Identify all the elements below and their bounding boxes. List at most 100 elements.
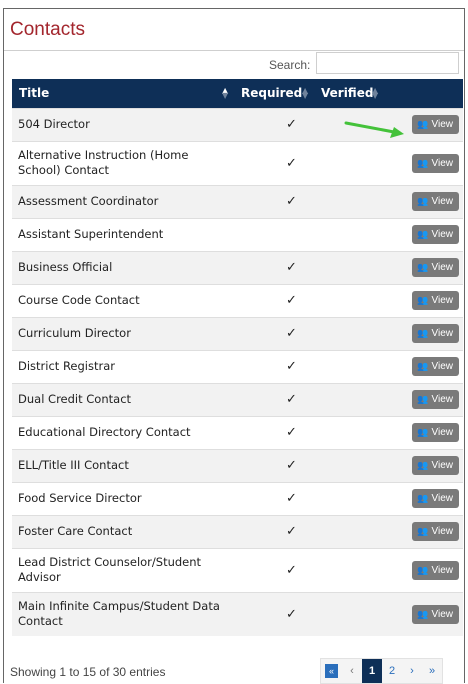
sort-icon: ▲ ▼ (302, 86, 309, 100)
page-button-2[interactable]: 2 (382, 659, 402, 683)
row-title: Alternative Instruction (Home School) Co… (12, 140, 234, 185)
action-cell: 👥 View (384, 349, 463, 383)
users-icon: 👥 (417, 328, 429, 338)
verified-cell (314, 140, 384, 185)
view-button-label: View (431, 394, 454, 405)
verified-cell (314, 481, 384, 515)
view-button[interactable]: 👥 View (412, 489, 459, 508)
view-button[interactable]: 👥 View (412, 357, 459, 376)
action-cell: 👥 View (384, 316, 463, 350)
verified-cell (314, 349, 384, 383)
required-check: ✓ (234, 316, 314, 350)
sort-icon: ▲ ▼ (372, 86, 379, 100)
users-icon: 👥 (417, 564, 429, 575)
view-button[interactable]: 👥 View (412, 225, 459, 244)
contacts-panel: Contacts Search: Title ▲ ▼ Required ▲ ▼ Ve… (3, 8, 465, 684)
view-button-label: View (431, 460, 454, 471)
users-icon: 👥 (417, 460, 429, 470)
sort-icon: ▲ ▼ (222, 86, 229, 100)
table-row: Foster Care Contact ✓ 👥 View (12, 514, 463, 548)
view-button-label: View (431, 361, 454, 372)
row-title: Course Code Contact (12, 283, 234, 317)
action-cell: 👥 View (384, 283, 463, 317)
column-header-title[interactable]: Title ▲ ▼ (12, 79, 234, 108)
action-cell: 👥 View (384, 448, 463, 482)
view-button-label: View (431, 526, 454, 537)
verified-cell (314, 316, 384, 350)
view-button-label: View (431, 295, 454, 306)
view-button-label: View (431, 196, 454, 207)
table-row: Assessment Coordinator ✓ 👥 View (12, 184, 463, 218)
view-button-label: View (431, 157, 454, 169)
row-title: Business Official (12, 250, 234, 284)
users-icon: 👥 (417, 526, 429, 536)
action-cell: 👥 View (384, 547, 463, 592)
view-button-label: View (431, 608, 454, 620)
column-header-required[interactable]: Required ▲ ▼ (234, 79, 314, 108)
table-row: Course Code Contact ✓ 👥 View (12, 283, 463, 317)
users-icon: 👥 (417, 493, 429, 503)
row-title: Dual Credit Contact (12, 382, 234, 416)
page-button-1[interactable]: 1 (362, 659, 382, 683)
action-cell: 👥 View (384, 217, 463, 251)
view-button-label: View (431, 564, 454, 576)
row-title: Lead District Counselor/Student Advisor (12, 547, 234, 592)
column-header-verified[interactable]: Verified ▲ ▼ (314, 79, 384, 108)
required-check: ✓ (234, 481, 314, 515)
verified-cell (314, 283, 384, 317)
users-icon: 👥 (417, 196, 429, 206)
row-title: ELL/Title III Contact (12, 448, 234, 482)
view-button-label: View (431, 229, 454, 240)
view-button[interactable]: 👥 View (412, 324, 459, 343)
required-check: ✓ (234, 591, 314, 636)
required-check: ✓ (234, 250, 314, 284)
view-button[interactable]: 👥 View (412, 115, 459, 134)
row-title: District Registrar (12, 349, 234, 383)
table-row: Business Official ✓ 👥 View (12, 250, 463, 284)
view-button[interactable]: 👥 View (412, 604, 459, 624)
table-row: Alternative Instruction (Home School) Co… (12, 140, 463, 185)
previous-page-button[interactable]: ‹ (342, 659, 362, 683)
verified-cell (314, 547, 384, 592)
table-row: ELL/Title III Contact ✓ 👥 View (12, 448, 463, 482)
table-row: District Registrar ✓ 👥 View (12, 349, 463, 383)
last-page-button[interactable]: » (422, 659, 442, 683)
required-check: ✓ (234, 107, 314, 141)
users-icon: 👥 (417, 608, 429, 619)
verified-cell (314, 591, 384, 636)
view-button[interactable]: 👥 View (412, 560, 459, 580)
verified-cell (314, 250, 384, 284)
search-input[interactable] (316, 52, 459, 74)
table-row: Food Service Director ✓ 👥 View (12, 481, 463, 515)
view-button[interactable]: 👥 View (412, 423, 459, 442)
view-button-label: View (431, 427, 454, 438)
first-page-button[interactable]: « (325, 664, 338, 678)
view-button-label: View (431, 493, 454, 504)
table-row: Main Infinite Campus/Student Data Contac… (12, 591, 463, 636)
view-button[interactable]: 👥 View (412, 456, 459, 475)
action-cell: 👥 View (384, 514, 463, 548)
view-button[interactable]: 👥 View (412, 291, 459, 310)
view-button[interactable]: 👥 View (412, 192, 459, 211)
action-cell: 👥 View (384, 415, 463, 449)
column-header-actions (384, 79, 463, 108)
next-page-button[interactable]: › (402, 659, 422, 683)
row-title: Assistant Superintendent (12, 217, 234, 251)
view-button[interactable]: 👥 View (412, 153, 459, 173)
view-button-label: View (431, 328, 454, 339)
users-icon: 👥 (417, 229, 429, 239)
required-check: ✓ (234, 283, 314, 317)
view-button[interactable]: 👥 View (412, 258, 459, 277)
required-check: ✓ (234, 184, 314, 218)
action-cell: 👥 View (384, 140, 463, 185)
required-check: ✓ (234, 448, 314, 482)
contacts-table: Title ▲ ▼ Required ▲ ▼ Verified ▲ ▼ 504 Dir… (12, 79, 463, 636)
required-check: ✓ (234, 547, 314, 592)
view-button-label: View (431, 262, 454, 273)
verified-cell (314, 448, 384, 482)
required-check: ✓ (234, 140, 314, 185)
table-row: Lead District Counselor/Student Advisor ✓… (12, 547, 463, 592)
action-cell: 👥 View (384, 591, 463, 636)
view-button[interactable]: 👥 View (412, 522, 459, 541)
view-button[interactable]: 👥 View (412, 390, 459, 409)
